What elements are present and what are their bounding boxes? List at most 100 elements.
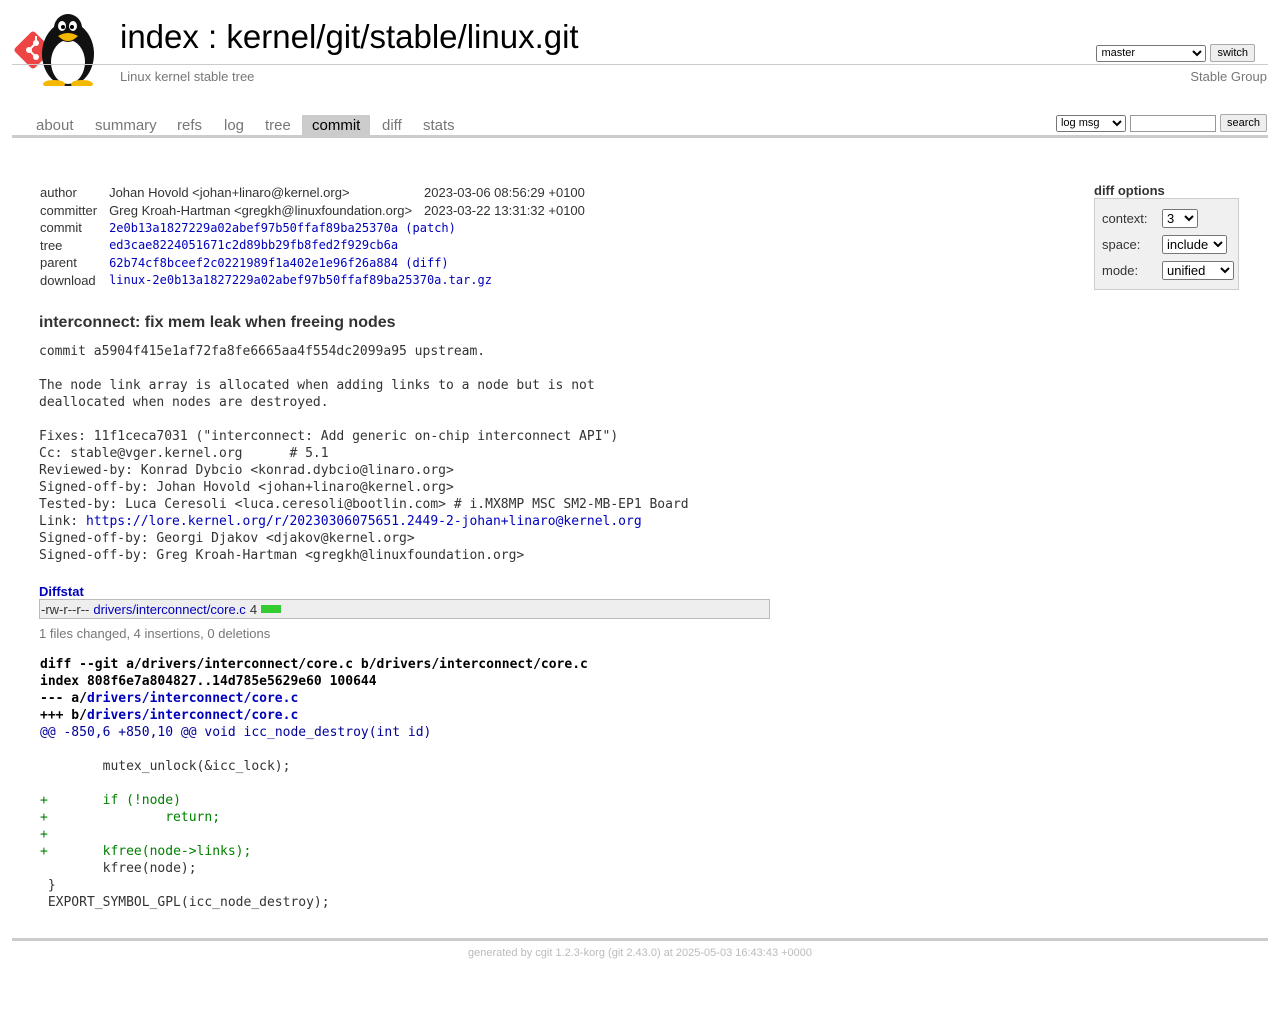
tab-summary[interactable]: summary (85, 115, 167, 135)
commit-hash-link[interactable]: 2e0b13a1827229a02abef97b50ffaf89ba25370a (109, 221, 398, 235)
cgit-logo[interactable] (14, 12, 110, 88)
committer-date: 2023-03-22 13:31:32 +0100 (424, 202, 585, 218)
diff-index-line: index 808f6e7a804827..14d785e5629e60 100… (40, 674, 377, 689)
diff-lines: mutex_unlock(&icc_lock); + if (!node) + r… (40, 741, 588, 911)
parent-row: parent 62b74cf8bceef2c0221989f1a402e1e96… (34, 254, 591, 272)
context-label: context: (1102, 210, 1148, 226)
diff-context-line: EXPORT_SYMBOL_GPL(icc_node_destroy); (40, 895, 330, 910)
search-form: log msg search (1055, 114, 1267, 132)
hunk-function: void icc_node_destroy(int id) (196, 725, 432, 740)
patch-link[interactable]: patch (413, 221, 449, 235)
footer-middle: ( (604, 947, 612, 959)
download-label: download (40, 272, 96, 288)
paren-close: ) (441, 255, 449, 270)
commit-info-table: author Johan Hovold <johan+linaro@kernel… (34, 184, 591, 289)
search-input[interactable] (1129, 114, 1216, 132)
header-divider (12, 64, 1268, 65)
tab-about[interactable]: about (26, 115, 84, 135)
footer-divider (12, 938, 1268, 941)
search-mode-select[interactable]: log msg (1055, 114, 1126, 132)
parent-label: parent (40, 255, 77, 271)
tree-hash-cell: ed3cae8224051671c2d89bb29fb8fed2f929cb6a (103, 237, 591, 255)
diff-added-line: + kfree(node->links); (40, 844, 252, 859)
cgit-link[interactable]: cgit 1.2.3-korg (535, 947, 605, 959)
diff-header-line: diff --git a/drivers/interconnect/core.c… (40, 657, 588, 672)
paren-open: ( (405, 255, 413, 270)
diff-old-prefix: --- a/ (40, 691, 87, 706)
diff-added-line: + if (!node) (40, 793, 181, 808)
tab-diff[interactable]: diff (372, 115, 412, 135)
diffstat-bar (261, 605, 282, 613)
tab-refs[interactable]: refs (167, 115, 212, 135)
diffstat-mode: -rw-r--r-- (41, 601, 90, 617)
download-row: download linux-2e0b13a1827229a02abef97b5… (34, 272, 591, 290)
paren-close: ) (448, 220, 456, 235)
diff-view: diff --git a/drivers/interconnect/core.c… (40, 656, 588, 911)
commit-row: commit 2e0b13a1827229a02abef97b50ffaf89b… (34, 219, 591, 237)
footer: generated by cgit 1.2.3-korg (git 2.43.0… (0, 947, 1280, 959)
diff-added-line: + (40, 827, 48, 842)
diff-options-title: diff options (1094, 183, 1165, 198)
diffstat-file-link[interactable]: drivers/interconnect/core.c (93, 602, 245, 617)
commit-message-body: commit a5904f415e1af72fa8fe6665aa4f554dc… (39, 344, 689, 529)
committer-value: Greg Kroah-Hartman <gregkh@linuxfoundati… (109, 202, 413, 218)
mode-select[interactable]: unified (1162, 260, 1234, 280)
diff-context-line: } (40, 878, 56, 893)
committer-label: committer (40, 202, 98, 218)
diff-new-prefix: +++ b/ (40, 708, 87, 723)
tree-row: tree ed3cae8224051671c2d89bb29fb8fed2f92… (34, 237, 591, 255)
space-row: space: include (1102, 234, 1227, 254)
commit-message-link[interactable]: https://lore.kernel.org/r/20230306075651… (86, 514, 642, 529)
diff-context-line (40, 741, 588, 758)
parent-hash-link[interactable]: 62b74cf8bceef2c0221989f1a402e1e96f26a884 (109, 256, 398, 270)
repo-link[interactable]: kernel/git/stable/linux.git (226, 18, 578, 55)
index-link[interactable]: index (120, 18, 199, 55)
page-title: index : kernel/git/stable/linux.git (120, 18, 579, 56)
diff-added-line: + return; (40, 810, 221, 825)
tab-log[interactable]: log (214, 115, 254, 135)
download-cell: linux-2e0b13a1827229a02abef97b50ffaf89ba… (103, 272, 591, 290)
diffstat-summary: 1 files changed, 4 insertions, 0 deletio… (39, 626, 271, 641)
committer-row: committer Greg Kroah-Hartman <gregkh@lin… (34, 202, 591, 220)
space-label: space: (1102, 236, 1141, 252)
tab-commit[interactable]: commit (302, 115, 371, 135)
download-tarball-link[interactable]: linux-2e0b13a1827229a02abef97b50ffaf89ba… (109, 273, 492, 287)
footer-suffix: ) at 2025-05-03 16:43:43 +0000 (656, 947, 813, 959)
parent-diff-link[interactable]: diff (413, 256, 442, 270)
author-row: author Johan Hovold <johan+linaro@kernel… (34, 184, 591, 202)
commit-message-tail: Signed-off-by: Georgi Djakov <djakov@ker… (39, 531, 525, 563)
tab-tree[interactable]: tree (255, 115, 301, 135)
diff-old-file-link[interactable]: drivers/interconnect/core.c (87, 691, 298, 706)
hunk-range: @@ -850,6 +850,10 @@ (40, 725, 197, 740)
context-select[interactable]: 3 (1162, 208, 1198, 228)
diff-options-panel: context: 3 space: include mode: unified (1094, 198, 1239, 290)
author-date: 2023-03-06 08:56:29 +0100 (424, 185, 585, 201)
git-link[interactable]: git 2.43.0 (612, 947, 657, 959)
commit-label: commit (40, 220, 82, 236)
switch-button[interactable]: switch (1210, 44, 1255, 62)
diff-new-file-line: +++ b/drivers/interconnect/core.c (40, 707, 588, 724)
footer-prefix: generated by (467, 947, 536, 959)
parent-hash-cell: 62b74cf8bceef2c0221989f1a402e1e96f26a884… (103, 254, 591, 272)
diff-context-line: kfree(node); (40, 861, 197, 876)
tux-git-logo-icon (14, 14, 94, 88)
tab-stats[interactable]: stats (413, 115, 465, 135)
branch-select[interactable]: master (1096, 44, 1207, 62)
title-separator: : (198, 18, 227, 55)
commit-message: commit a5904f415e1af72fa8fe6665aa4f554dc… (39, 343, 689, 564)
tree-label: tree (40, 237, 63, 253)
diffstat-header-link[interactable]: Diffstat (39, 584, 84, 599)
search-button[interactable]: search (1219, 114, 1267, 132)
mode-row: mode: unified (1102, 260, 1234, 280)
repo-description: Linux kernel stable tree (120, 69, 255, 84)
commit-hash-cell: 2e0b13a1827229a02abef97b50ffaf89ba25370a… (103, 219, 591, 237)
diff-hunk-header: @@ -850,6 +850,10 @@ void icc_node_destr… (40, 724, 588, 741)
diff-old-file-line: --- a/drivers/interconnect/core.c (40, 690, 588, 707)
diffstat-table: -rw-r--r-- drivers/interconnect/core.c 4 (39, 599, 770, 619)
author-value: Johan Hovold <johan+linaro@kernel.org> (109, 185, 350, 201)
tree-hash-link[interactable]: ed3cae8224051671c2d89bb29fb8fed2f929cb6a (109, 238, 398, 252)
author-label: author (40, 185, 77, 201)
space-select[interactable]: include (1162, 234, 1227, 254)
context-row: context: 3 (1102, 208, 1198, 228)
diff-new-file-link[interactable]: drivers/interconnect/core.c (87, 708, 298, 723)
